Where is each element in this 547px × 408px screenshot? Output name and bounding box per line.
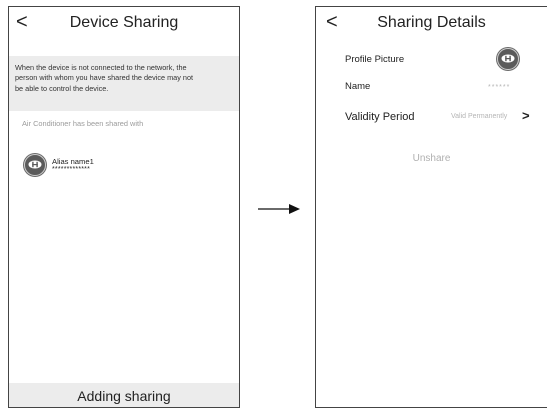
user-alias: Alias name1 [52, 157, 94, 166]
profile-picture-label: Profile Picture [345, 54, 405, 65]
nav-bar: < Sharing Details [316, 7, 547, 41]
unshare-button[interactable]: Unshare [316, 153, 547, 164]
nav-bar: < Device Sharing [9, 7, 239, 41]
add-sharing-button[interactable]: Adding sharing [9, 383, 239, 407]
chevron-right-icon[interactable]: > [522, 108, 530, 123]
shared-user-row[interactable]: Alias name1 ************* [24, 153, 224, 177]
validity-period-value[interactable]: Valid Permanently [451, 113, 507, 120]
name-label: Name [345, 81, 371, 92]
shared-with-label: Air Conditioner has been shared with [22, 119, 144, 128]
page-title: Device Sharing [69, 14, 179, 31]
device-sharing-screen: < Device Sharing When the device is not … [8, 6, 240, 408]
notice-line: be able to control the device. [15, 83, 109, 93]
notice-line: person with whom you have shared the dev… [15, 73, 194, 83]
validity-period-label: Validity Period [345, 111, 415, 123]
arrow-right-icon [258, 204, 300, 214]
user-avatar-icon [24, 154, 46, 176]
page-title: Sharing Details [377, 14, 486, 31]
user-masked-account: ************* [52, 166, 91, 173]
name-value[interactable]: ****** [488, 84, 510, 91]
profile-avatar-icon[interactable] [497, 48, 519, 70]
sharing-details-screen: < Sharing Details Profile Picture Name *… [315, 6, 547, 408]
network-notice: When the device is not connected to the … [9, 56, 239, 111]
notice-line: When the device is not connected to the … [15, 63, 187, 72]
